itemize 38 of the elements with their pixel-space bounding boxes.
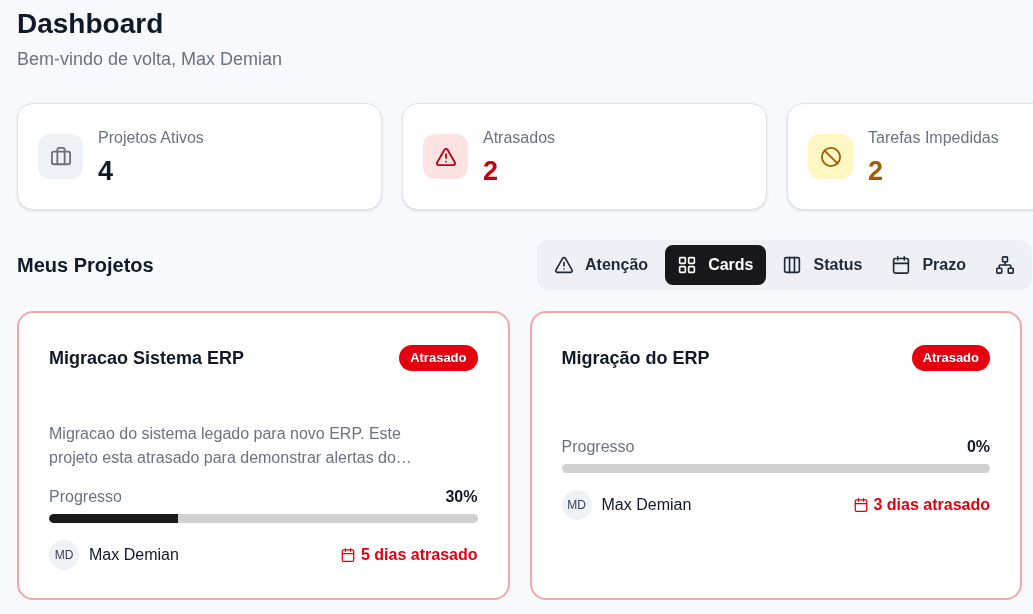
view-tab[interactable]: Cards xyxy=(665,245,767,285)
project-title: Migracao Sistema ERP xyxy=(49,346,245,370)
warning-icon xyxy=(423,134,468,179)
warning-icon xyxy=(555,256,573,274)
view-tab[interactable]: Atenção xyxy=(542,245,662,285)
calendar-icon xyxy=(341,548,355,562)
section-title: Meus Projetos xyxy=(17,253,155,278)
due-label: 3 dias atrasado xyxy=(873,495,990,515)
progress-value: 30% xyxy=(445,487,478,507)
calendar-icon xyxy=(892,256,911,274)
stat-value: 2 xyxy=(483,154,500,187)
calendar-icon xyxy=(853,498,868,512)
hierarchy-icon xyxy=(995,256,1014,274)
stat-value: 2 xyxy=(868,154,885,187)
owner-name: Max Demian xyxy=(89,545,179,565)
blocked-icon xyxy=(808,134,853,179)
page-title: Dashboard xyxy=(17,7,165,41)
progress-label: Progresso xyxy=(561,437,635,457)
owner-name: Max Demian xyxy=(601,495,692,515)
status-badge: Atrasado xyxy=(399,345,478,371)
stat-label: Atrasados xyxy=(483,127,556,148)
avatar: MD xyxy=(49,540,79,570)
briefcase-icon xyxy=(38,134,83,179)
view-tab[interactable]: Status xyxy=(770,245,876,285)
status-badge: Atrasado xyxy=(911,345,990,371)
grid-icon xyxy=(678,256,697,274)
project-title: Migração do ERP xyxy=(561,346,710,370)
project-description: Migracao do sistema legado para novo ERP. Este projeto esta atrasado para demonstrar alertas do… xyxy=(49,424,413,468)
stat-label: Tarefas Impedidas xyxy=(868,127,999,148)
due-label: 5 dias atrasado xyxy=(361,545,478,565)
columns-icon xyxy=(783,256,802,274)
view-tab[interactable]: Prazo xyxy=(879,245,979,285)
progress-label: Progresso xyxy=(49,487,122,507)
progress-value: 0% xyxy=(966,437,990,457)
page-subtitle: Bem-vindo de volta, Max Demian xyxy=(17,48,284,71)
avatar: MD xyxy=(561,490,592,520)
stat-value: 4 xyxy=(98,154,115,187)
stat-label: Projetos Ativos xyxy=(98,127,204,148)
